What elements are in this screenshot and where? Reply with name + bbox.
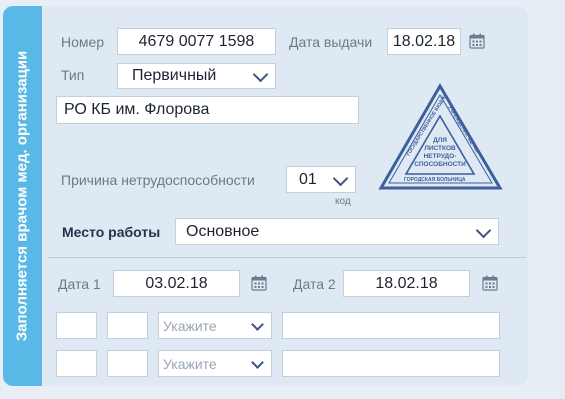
number-field[interactable]: 4679 0077 1598 [117, 28, 276, 55]
date2-value: 18.02.18 [375, 274, 438, 292]
calendar-icon[interactable] [251, 275, 267, 291]
grid-cell[interactable] [107, 312, 148, 339]
workplace-select[interactable]: Основное [175, 218, 499, 245]
svg-text:ЛИСТКОВ: ЛИСТКОВ [424, 145, 456, 152]
svg-text:ДЛЯ: ДЛЯ [433, 137, 447, 144]
calendar-icon[interactable] [469, 33, 485, 49]
svg-text:СПОСОБНОСТИ: СПОСОБНОСТИ [414, 161, 466, 168]
chevron-down-icon [252, 66, 269, 83]
organization-field[interactable]: РО КБ им. Флорова [56, 96, 359, 124]
type-value: Первичный [132, 67, 217, 84]
workplace-value: Основное [186, 222, 260, 240]
workplace-label: Место работы [62, 224, 161, 240]
grid-text-field[interactable] [282, 350, 500, 377]
organization-value: РО КБ им. Флорова [64, 101, 210, 118]
incapacity-label: Причина нетрудоспособности [61, 172, 255, 188]
number-value: 4679 0077 1598 [138, 32, 255, 50]
calendar-icon[interactable] [482, 275, 498, 291]
chevron-down-icon [332, 170, 349, 186]
svg-text:ГОРОДСКАЯ БОЛЬНИЦА: ГОРОДСКАЯ БОЛЬНИЦА [404, 177, 466, 183]
grid-select[interactable]: Укажите [158, 350, 272, 377]
date1-field[interactable]: 03.02.18 [113, 270, 240, 297]
grid-cell[interactable] [56, 312, 97, 339]
issue-date-value: 18.02.18 [392, 32, 456, 50]
grid-select[interactable]: Укажите [158, 312, 272, 339]
grid-cell[interactable] [56, 350, 97, 377]
window-edge [559, 0, 565, 399]
grid-select-placeholder: Укажите [163, 355, 217, 372]
date2-field[interactable]: 18.02.18 [343, 270, 470, 297]
sidebar-title: Заполняется врачом мед. организации [13, 50, 31, 342]
issue-date-field[interactable]: 18.02.18 [387, 28, 461, 55]
grid-select-placeholder: Укажите [163, 317, 217, 334]
issue-date-label: Дата выдачи [289, 34, 373, 50]
date2-label: Дата 2 [293, 276, 336, 292]
incapacity-select[interactable]: 01 [286, 166, 356, 193]
chevron-down-icon [475, 222, 492, 238]
grid-cell[interactable] [107, 350, 148, 377]
incapacity-value: 01 [299, 170, 317, 188]
number-label: Номер [61, 34, 105, 50]
grid-text-field[interactable] [282, 312, 500, 339]
type-label: Тип [61, 67, 85, 83]
section-divider [48, 257, 526, 258]
svg-text:НЕТРУДО-: НЕТРУДО- [424, 153, 457, 160]
date1-value: 03.02.18 [145, 274, 208, 292]
chevron-down-icon [251, 317, 264, 331]
type-select[interactable]: Первичный [117, 63, 276, 89]
stamp-image: ГОСУДАРСТВЕННОЕ БЮДЖ. УЧРЕЖДЕНИЕ ЗДРАВ. … [378, 83, 503, 190]
chevron-down-icon [251, 355, 264, 369]
code-label: код [335, 196, 351, 207]
date1-label: Дата 1 [58, 276, 101, 292]
